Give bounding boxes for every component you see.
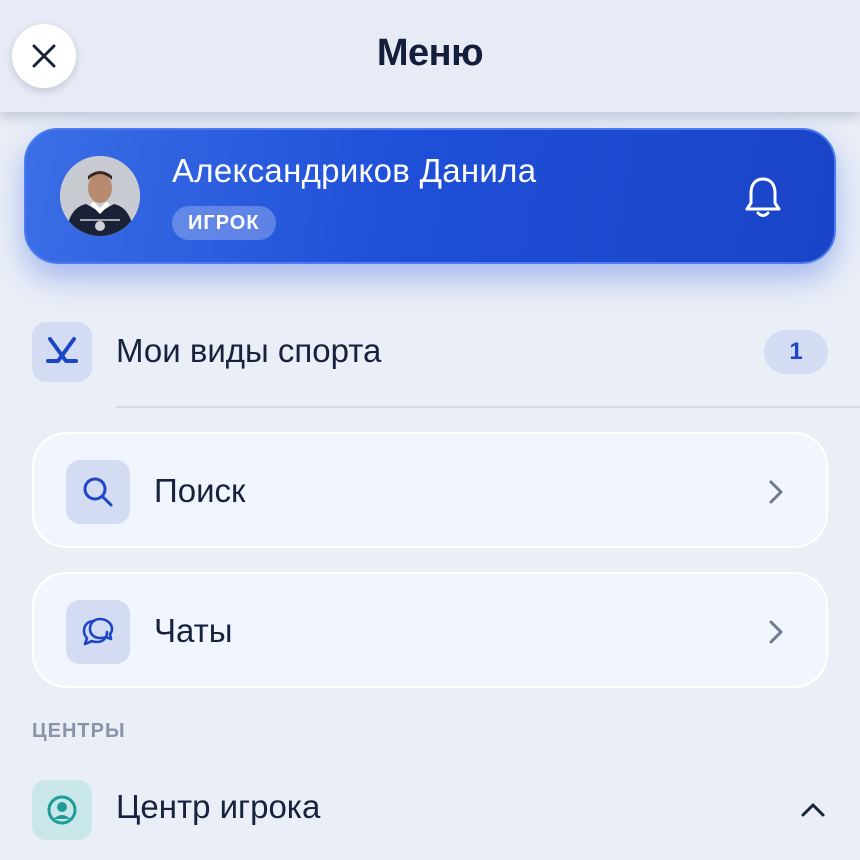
search-label: Поиск [154, 472, 246, 509]
my-sports-item[interactable]: Мои виды спорта 1 [32, 322, 828, 382]
notifications-button[interactable] [742, 174, 784, 220]
page-title: Меню [376, 32, 484, 74]
centers-section-title: ЦЕНТРЫ [32, 720, 126, 742]
chevron-up-icon[interactable] [798, 796, 828, 822]
sports-icon-tile [32, 322, 92, 382]
avatar-photo [60, 156, 140, 236]
profile-card[interactable]: Александриков Данила ИГРОК [24, 128, 836, 264]
search-nav-item[interactable]: Поиск [32, 432, 828, 548]
chevron-right-icon [769, 620, 783, 644]
player-center-label: Центр игрока [116, 788, 321, 825]
divider [116, 406, 860, 408]
avatar[interactable] [60, 156, 140, 236]
chats-icon-tile [66, 600, 130, 664]
hockey-sticks-icon [46, 337, 78, 363]
player-center-item[interactable]: Центр игрока [32, 780, 828, 840]
top-bar: Меню [0, 0, 860, 112]
search-icon-tile [66, 460, 130, 524]
chats-label: Чаты [154, 612, 233, 649]
search-icon [83, 477, 113, 507]
user-circle-icon [47, 795, 77, 825]
chats-nav-item[interactable]: Чаты [32, 572, 828, 688]
sports-count-badge: 1 [764, 330, 828, 374]
chat-bubbles-icon [82, 617, 114, 646]
my-sports-label: Мои виды спорта [116, 332, 382, 369]
chevron-right-icon [769, 480, 783, 504]
profile-name: Александриков Данила [172, 152, 537, 189]
player-center-icon-tile [32, 780, 92, 840]
bell-icon [745, 177, 781, 217]
role-badge: ИГРОК [172, 206, 276, 240]
